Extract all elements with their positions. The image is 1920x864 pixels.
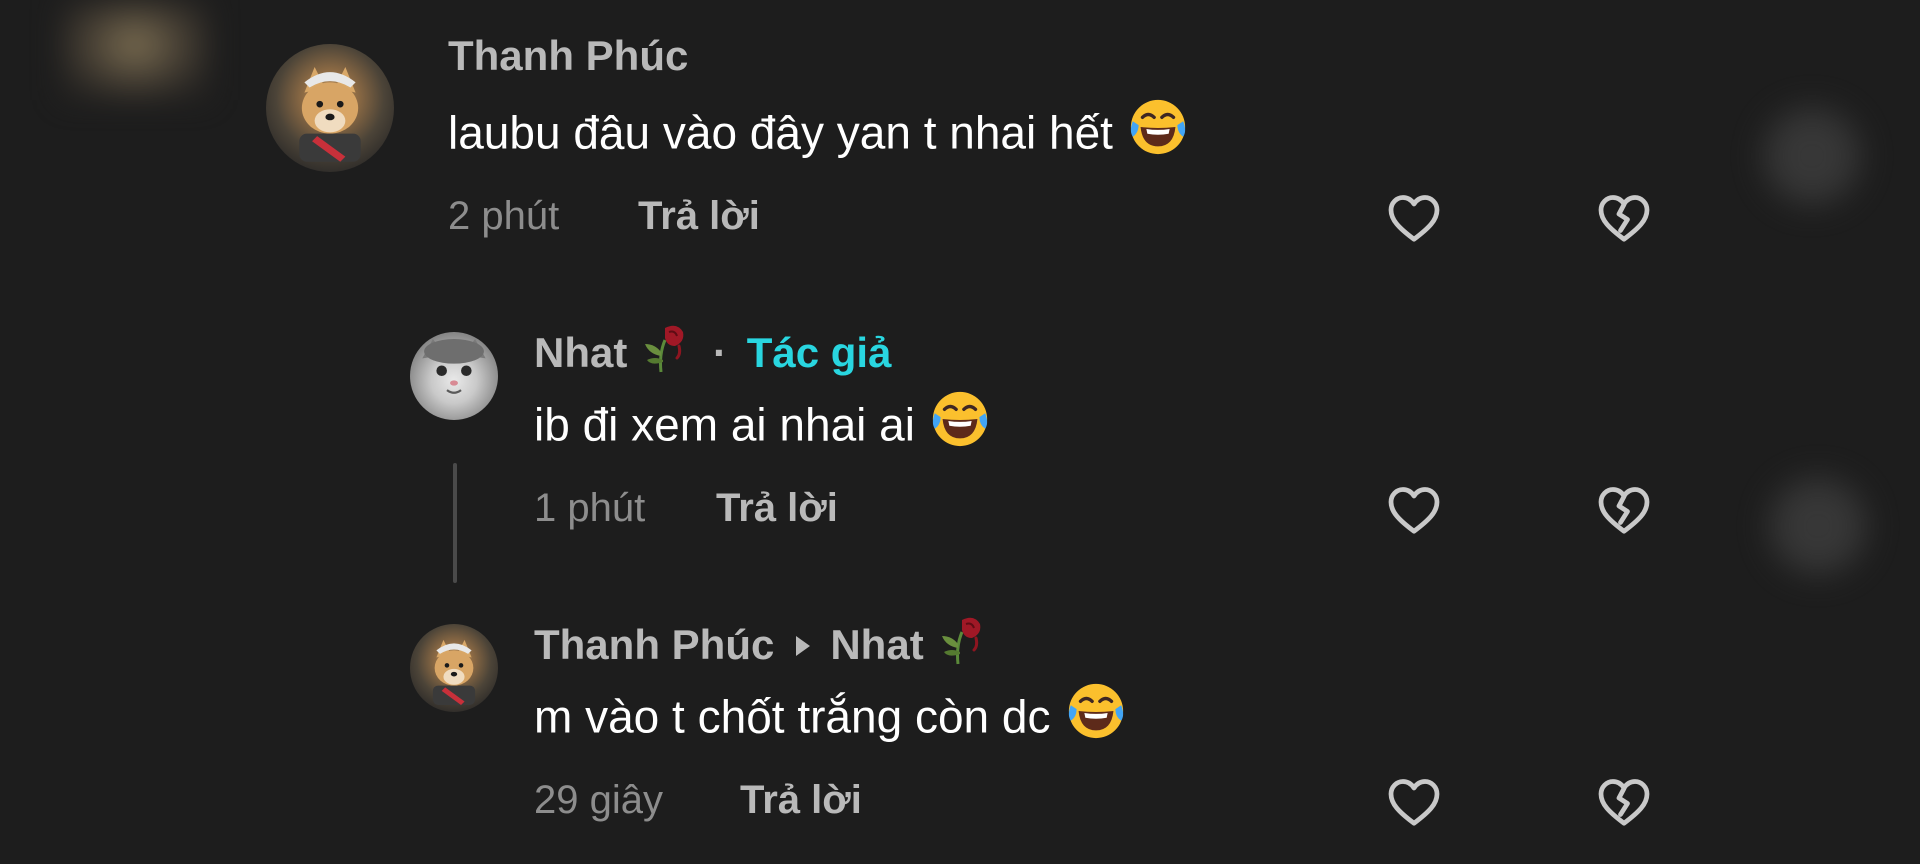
avatar[interactable] — [410, 332, 498, 420]
comment-time: 1 phút — [534, 486, 646, 530]
comment-time: 2 phút — [448, 194, 560, 238]
comment-username[interactable]: Thanh Phúc Nhat — [534, 616, 988, 680]
blurred-avatar — [1770, 478, 1866, 574]
comment-time: 29 giây — [534, 778, 663, 822]
heart-outline-icon[interactable] — [1384, 772, 1444, 832]
blurred-thumbnail — [60, 0, 210, 100]
tears-of-joy-emoji — [1127, 96, 1189, 169]
avatar[interactable] — [266, 44, 394, 172]
comment-text: ib đi xem ai nhai ai — [534, 391, 991, 465]
reply-button[interactable]: Trả lời — [638, 194, 760, 239]
reply-to-username[interactable]: Nhat — [830, 621, 923, 668]
comment-username[interactable]: Thanh Phúc — [448, 32, 688, 80]
broken-heart-icon[interactable] — [1594, 772, 1654, 832]
tears-of-joy-emoji — [929, 388, 991, 461]
reply-button[interactable]: Trả lời — [740, 778, 862, 823]
heart-outline-icon[interactable] — [1384, 188, 1444, 248]
reply-arrow-icon — [794, 620, 812, 668]
broken-heart-icon[interactable] — [1594, 480, 1654, 540]
reply-button[interactable]: Trả lời — [716, 486, 838, 531]
thread-line — [453, 463, 457, 583]
wilted-rose-icon — [936, 612, 988, 676]
comment-text: m vào t chốt trắng còn dc — [534, 683, 1127, 757]
avatar[interactable] — [410, 624, 498, 712]
blurred-avatar — [1764, 108, 1860, 204]
heart-outline-icon[interactable] — [1384, 480, 1444, 540]
tears-of-joy-emoji — [1065, 680, 1127, 753]
broken-heart-icon[interactable] — [1594, 188, 1654, 248]
wilted-rose-icon — [639, 320, 691, 384]
comment-username[interactable]: Nhat · Tác giả — [534, 324, 891, 388]
comment-text: laubu đâu vào đây yan t nhai hết — [448, 99, 1189, 173]
author-badge: Tác giả — [746, 329, 892, 377]
